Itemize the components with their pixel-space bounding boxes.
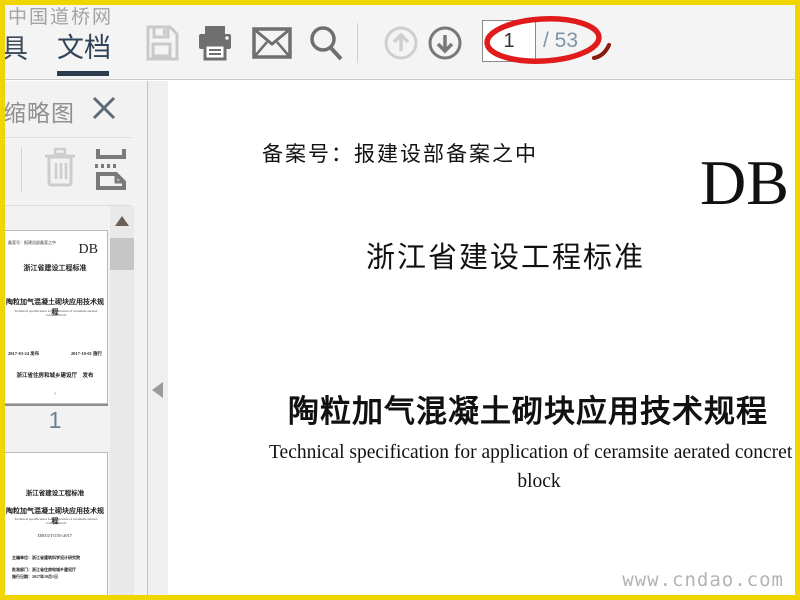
- thumb2-title-en: Technical specification for application …: [14, 517, 98, 525]
- print-icon[interactable]: [196, 24, 234, 62]
- document-page: 备案号：报建设部备案之中 DB 浙江省建设工程标准 陶粒加气混凝土砌块应用技术规…: [168, 81, 800, 600]
- thumbnail-page-1[interactable]: 备案号：报建设部备案之中 DB 浙江省建设工程标准 陶粒加气混凝土砌块应用技术规…: [2, 230, 108, 404]
- page-total-label: / 53: [543, 29, 579, 52]
- tab-document[interactable]: 文档: [57, 26, 111, 65]
- thumb1-date-issue: 2017-03-24 发布: [8, 351, 40, 356]
- doc-record-note: 备案号：报建设部备案之中: [262, 142, 538, 166]
- thumbnail-panel: 缩略图 备案号：报建设部备案之中 DB 浙江省建设工程标准 陶粒加气混凝土砌块应…: [0, 81, 148, 600]
- thumb1-title-en: Technical specification for application …: [14, 309, 98, 317]
- panel-icon-divider: [21, 147, 22, 191]
- thumbnail-1-label: 1: [48, 407, 62, 433]
- trash-icon[interactable]: [42, 147, 78, 189]
- thumb1-standard: 浙江省建设工程标准: [23, 264, 87, 272]
- thumb2-effective-date: 施行日期：2017年10月1日: [12, 574, 58, 579]
- thumb2-chief-editor: 主编单位：浙江省建筑科学设计研究院: [12, 555, 80, 560]
- thumb2-approver: 批准部门：浙江省住房和城乡建设厅: [12, 567, 76, 572]
- doc-standard-label: 浙江省建设工程标准: [366, 242, 646, 274]
- doc-title-cn: 陶粒加气混凝土砌块应用技术规程: [288, 394, 768, 429]
- page-number-input[interactable]: [482, 20, 536, 62]
- thumb2-standard: 浙江省建设工程标准: [25, 490, 85, 497]
- thumbnail-scrollbar[interactable]: [110, 206, 134, 600]
- watermark-bottom-right: www.cndao.com: [622, 569, 784, 591]
- panel-title: 缩略图: [3, 100, 75, 126]
- tab-tools-partial[interactable]: 具: [1, 27, 28, 66]
- panel-separator: [0, 137, 131, 138]
- toolbar-separator: [357, 23, 358, 63]
- thumb1-date-effective: 2017-10-01 施行: [70, 351, 102, 356]
- thumb1-code: DB: [78, 242, 98, 257]
- page-up-icon[interactable]: [384, 26, 418, 60]
- save-icon[interactable]: [144, 24, 180, 62]
- thumb1-record-note: 备案号：报建设部备案之中: [8, 240, 56, 245]
- panel-gutter: [148, 81, 168, 600]
- scroll-up-icon[interactable]: [115, 216, 129, 226]
- scrollbar-thumb[interactable]: [110, 238, 134, 270]
- thumb2-code-number: DB33/T1155-2017: [37, 533, 73, 538]
- thumbnail-page-2[interactable]: 浙江省建设工程标准 陶粒加气混凝土砌块应用技术规程 Technical spec…: [2, 452, 108, 600]
- close-icon[interactable]: [90, 94, 118, 122]
- doc-code: DB: [700, 147, 789, 218]
- doc-title-en-line2: block: [517, 471, 561, 492]
- toolbar: 具 文档 / 53: [0, 0, 800, 80]
- extract-page-icon[interactable]: [92, 147, 132, 191]
- page-down-icon[interactable]: [428, 26, 462, 60]
- search-icon[interactable]: [306, 23, 346, 63]
- thumb1-page-mark: 1: [54, 391, 56, 396]
- doc-title-en-line1: Technical specification for application …: [269, 442, 793, 463]
- watermark-top-left: 中国道桥网: [8, 6, 114, 28]
- email-icon[interactable]: [252, 27, 292, 59]
- thumb1-publisher: 浙江省住房和城乡建设厅 发布: [16, 373, 94, 379]
- active-tab-underline: [57, 71, 109, 76]
- collapse-panel-icon[interactable]: [152, 382, 163, 398]
